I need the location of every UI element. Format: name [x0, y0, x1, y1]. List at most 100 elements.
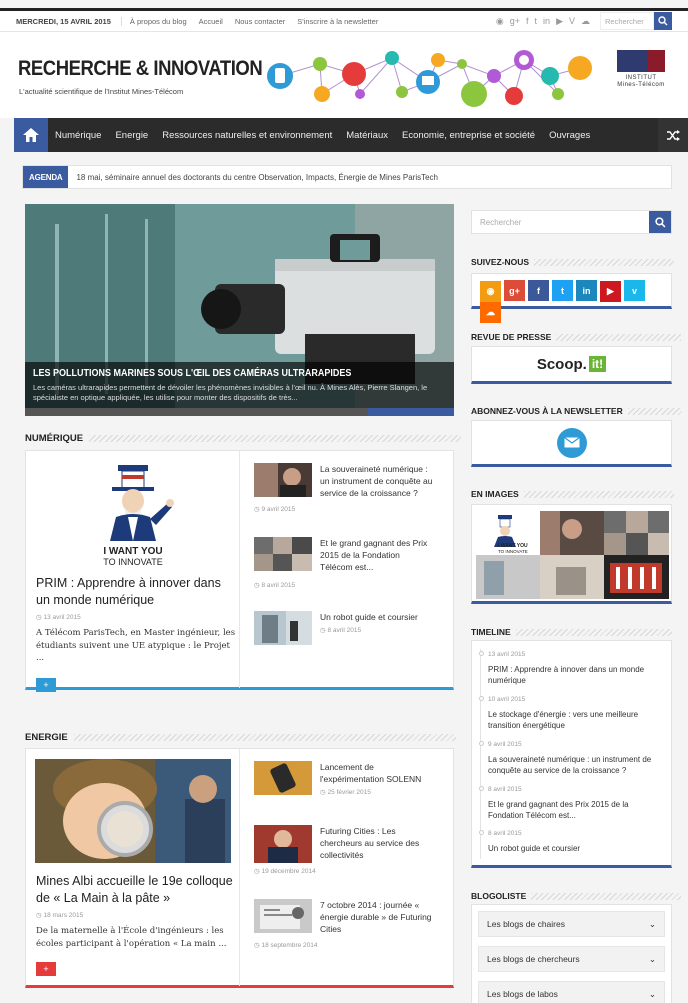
scoopit-badge: it! — [588, 356, 607, 372]
institute-logo[interactable]: INSTITUT Mines-Télécom — [614, 50, 668, 98]
featured-article-excerpt: A Télécom ParisTech, en Master ingénieur… — [36, 628, 236, 663]
featured-article-title[interactable]: Mines Albi accueille le 19e colloque de … — [36, 873, 236, 907]
list-item[interactable]: 7 octobre 2014 : journée « énergie durab… — [254, 899, 434, 935]
top-bar: MERCREDI, 15 AVRIL 2015 À propos du blog… — [0, 8, 688, 32]
list-item[interactable]: La souveraineté numérique : un instrumen… — [254, 463, 434, 499]
list-item[interactable]: Lancement de l'expérimentation SOLENN ◷ … — [254, 761, 434, 796]
widget-title-press: REVUE DE PRESSE — [471, 332, 682, 342]
soundcloud-icon[interactable]: ☁ — [581, 16, 590, 27]
blogs-chaires-dropdown[interactable]: Les blogs de chaires ⌄ — [478, 911, 665, 937]
scoopit-logo-text: Scoop. — [536, 355, 587, 373]
widget-title-follow: SUIVEZ-NOUS — [471, 257, 675, 267]
widget-title-text: SUIVEZ-NOUS — [471, 257, 530, 267]
section-title-text[interactable]: ENERGIE — [25, 732, 68, 743]
timeline-item[interactable]: 13 avril 2015 PRIM : Apprendre à innover … — [479, 649, 666, 686]
twitter-icon[interactable]: t — [535, 16, 538, 26]
featured-article-date: ◷ 13 avril 2015 — [36, 614, 81, 621]
timeline-date: 8 avril 2015 — [488, 830, 522, 837]
site-title[interactable]: RECHERCHE & INNOVATION — [18, 57, 263, 81]
list-item-title[interactable]: Un robot guide et coursier — [320, 611, 434, 623]
list-item[interactable]: Futuring Cities : Les chercheurs au serv… — [254, 825, 434, 863]
timeline-item[interactable]: 10 avril 2015 Le stockage d'énergie : ver… — [479, 694, 666, 731]
article-thumbnail — [254, 537, 312, 571]
facebook-icon[interactable]: f — [528, 280, 549, 301]
blogs-chercheurs-dropdown[interactable]: Les blogs de chercheurs ⌄ — [478, 946, 665, 972]
linkedin-icon[interactable]: in — [576, 280, 597, 301]
nav-item-ressources[interactable]: Ressources naturelles et environnement — [155, 130, 339, 141]
link-newsletter-signup[interactable]: S'inscrire à la newsletter — [297, 17, 378, 26]
top-search-button[interactable] — [654, 12, 672, 30]
list-item[interactable]: Et le grand gagnant des Prix 2015 de la … — [254, 537, 434, 573]
random-article-button[interactable] — [658, 118, 688, 152]
nav-item-numerique[interactable]: Numérique — [48, 130, 108, 141]
top-search-input[interactable]: Rechercher — [600, 12, 654, 30]
nav-item-economie[interactable]: Economie, entreprise et société — [395, 130, 542, 141]
slider-title[interactable]: LES POLLUTIONS MARINES SOUS L'ŒIL DES CA… — [33, 368, 405, 379]
featured-slider[interactable]: LES POLLUTIONS MARINES SOUS L'ŒIL DES CA… — [25, 204, 454, 416]
section-title-text[interactable]: NUMÉRIQUE — [25, 433, 83, 444]
newsletter-widget — [471, 420, 672, 467]
home-button[interactable] — [14, 118, 48, 152]
vimeo-icon[interactable]: v — [624, 280, 645, 301]
timeline-item[interactable]: 8 avril 2015 Un robot guide et coursier — [479, 828, 666, 854]
nav-item-energie[interactable]: Energie — [108, 130, 155, 141]
uncle-sam-illustration — [110, 465, 174, 541]
timeline-line — [480, 649, 481, 859]
blogs-labos-dropdown[interactable]: Les blogs de labos ⌄ — [478, 981, 665, 1003]
timeline-title[interactable]: La souveraineté numérique : un instrumen… — [488, 755, 651, 775]
youtube-icon[interactable]: ▶ — [600, 280, 621, 302]
soundcloud-icon[interactable]: ☁ — [480, 301, 501, 323]
featured-article-title[interactable]: PRIM : Apprendre à innover dans un monde… — [36, 575, 236, 609]
article-thumbnail — [254, 899, 312, 933]
list-item-title[interactable]: Lancement de l'expérimentation SOLENN — [320, 761, 434, 785]
linkedin-icon[interactable]: in — [543, 16, 550, 26]
image-gallery[interactable] — [476, 511, 669, 599]
list-item-title[interactable]: Futuring Cities : Les chercheurs au serv… — [320, 825, 434, 861]
ticker-headline[interactable]: 18 mai, séminaire annuel des doctorants … — [68, 173, 438, 182]
youtube-icon[interactable]: ▶ — [556, 16, 563, 27]
section-divider — [73, 734, 456, 741]
featured-image-uncle-sam[interactable]: I WANT YOU TO INNOVATE — [88, 463, 178, 571]
facebook-icon[interactable]: f — [526, 16, 529, 26]
institute-logo-mark — [617, 50, 665, 72]
rss-icon[interactable]: ◉ — [496, 16, 504, 27]
timeline-title[interactable]: PRIM : Apprendre à innover dans un monde… — [488, 665, 644, 685]
timeline-item[interactable]: 8 avril 2015 Et le grand gagnant des Prix… — [479, 784, 666, 821]
section-divider — [89, 435, 462, 442]
list-item-date-text: 8 avril 2015 — [261, 582, 296, 589]
timeline-item[interactable]: 9 avril 2015 La souveraineté numérique : … — [479, 739, 666, 776]
list-item[interactable]: Un robot guide et coursier ◷ 8 avril 201… — [254, 611, 434, 645]
google-plus-icon[interactable]: g+ — [510, 16, 520, 26]
featured-image-magnifier-child[interactable] — [35, 759, 231, 863]
list-item-date: ◷ 8 avril 2015 — [320, 627, 362, 634]
envelope-icon — [563, 437, 580, 448]
google-plus-icon[interactable]: g+ — [504, 280, 525, 301]
timeline-title[interactable]: Un robot guide et coursier — [488, 844, 580, 853]
timeline-title[interactable]: Et le grand gagnant des Prix 2015 de la … — [488, 800, 629, 820]
link-contact[interactable]: Nous contacter — [235, 17, 285, 26]
list-item-title[interactable]: La souveraineté numérique : un instrumen… — [320, 463, 434, 499]
sidebar-search-input[interactable]: Rechercher — [472, 211, 649, 233]
link-about[interactable]: À propos du blog — [130, 17, 187, 26]
social-widget: ◉ g+ f t in ▶ v ☁ — [471, 273, 672, 323]
article-thumbnail — [254, 761, 312, 795]
scoopit-logo[interactable]: Scoop. it! — [536, 355, 607, 373]
nav-item-materiaux[interactable]: Matériaux — [339, 130, 395, 141]
twitter-icon[interactable]: t — [552, 280, 573, 301]
nav-item-ouvrages[interactable]: Ouvrages — [542, 130, 597, 141]
list-item-title[interactable]: Et le grand gagnant des Prix 2015 de la … — [320, 537, 434, 573]
vimeo-icon[interactable]: V — [569, 16, 575, 26]
read-more-button[interactable]: + — [36, 678, 56, 692]
read-more-button[interactable]: + — [36, 962, 56, 976]
sidebar-search: Rechercher — [471, 210, 672, 234]
institute-logo-text: INSTITUT Mines-Télécom — [617, 75, 665, 88]
timeline-date: 10 avril 2015 — [488, 696, 526, 703]
chevron-down-icon: ⌄ — [648, 918, 656, 929]
page: MERCREDI, 15 AVRIL 2015 À propos du blog… — [0, 0, 688, 1003]
newsletter-subscribe-button[interactable] — [556, 427, 587, 458]
link-home[interactable]: Accueil — [199, 17, 223, 26]
list-item-title[interactable]: 7 octobre 2014 : journée « énergie durab… — [320, 899, 434, 935]
sidebar-search-button[interactable] — [649, 211, 671, 233]
timeline-title[interactable]: Le stockage d'énergie : vers une meilleu… — [488, 710, 638, 730]
rss-icon[interactable]: ◉ — [480, 280, 501, 302]
